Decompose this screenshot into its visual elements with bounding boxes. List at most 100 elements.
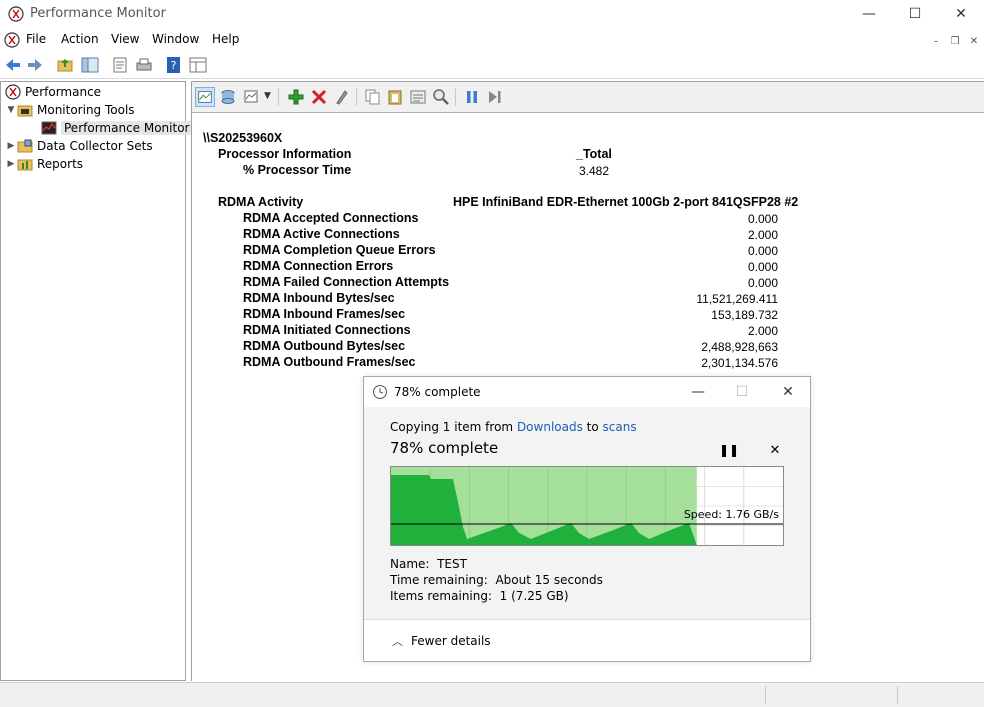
counter-name: RDMA Initiated Connections	[243, 323, 411, 337]
computer-name: \\S20253960X	[203, 131, 283, 145]
counter-value: 0.000	[747, 212, 778, 226]
transfer-speed-graph: Speed: 1.76 GB/s	[390, 466, 784, 546]
svg-text:?: ?	[171, 59, 177, 72]
performance-monitor-app-icon	[8, 6, 24, 22]
forward-arrow-icon[interactable]	[26, 56, 44, 74]
toolbar-separator	[356, 88, 357, 106]
time-remaining-row: Time remaining: About 15 seconds	[390, 573, 603, 587]
view-log-data-icon[interactable]	[218, 87, 238, 107]
menu-help[interactable]: Help	[212, 32, 239, 46]
title-bar: Performance Monitor — ☐ ✕	[0, 0, 984, 28]
paste-counter-list-icon[interactable]	[385, 87, 405, 107]
speed-label: Speed: 1.76 GB/s	[683, 508, 779, 521]
chevron-right-icon[interactable]: ▶	[5, 141, 17, 151]
copy-summary: Copying 1 item from Downloads to scans	[390, 420, 637, 434]
close-icon: ✕	[955, 6, 967, 22]
properties-icon[interactable]	[408, 87, 428, 107]
folder-icon	[17, 139, 33, 153]
dialog-maximize-button: ☐	[719, 377, 765, 407]
menu-action[interactable]: Action	[61, 32, 99, 46]
dialog-close-button[interactable]: ✕	[765, 377, 811, 407]
console-tree: Performance ▼ Monitoring Tools Performan…	[0, 81, 193, 681]
counter-value: 11,521,269.411	[696, 292, 778, 306]
view-current-activity-icon[interactable]	[195, 87, 215, 107]
object-name: Processor Information	[218, 147, 352, 161]
close-button[interactable]: ✕	[938, 0, 984, 28]
performance-monitor-icon	[41, 121, 57, 135]
cancel-button[interactable]: ✕	[766, 441, 784, 459]
add-counter-icon[interactable]	[286, 87, 306, 107]
window-title: Performance Monitor	[30, 6, 166, 21]
menu-view[interactable]: View	[111, 32, 139, 46]
counter-name: RDMA Outbound Frames/sec	[243, 355, 416, 369]
menu-bar: File Action View Window Help – ❐ ✕	[0, 28, 984, 53]
back-arrow-icon[interactable]	[4, 56, 22, 74]
reports-folder-icon	[17, 159, 33, 171]
clock-icon	[373, 385, 387, 399]
mdi-close-icon[interactable]: ✕	[965, 32, 983, 50]
delete-counter-icon[interactable]	[309, 87, 329, 107]
minimize-button[interactable]: —	[846, 0, 892, 28]
chevron-down-icon[interactable]: ▼	[264, 91, 271, 101]
counter-name: RDMA Inbound Frames/sec	[243, 307, 406, 321]
tree-item-performance[interactable]: Performance	[5, 83, 101, 101]
tree-item-data-collector-sets[interactable]: ▶ Data Collector Sets	[5, 137, 153, 155]
maximize-button[interactable]: ☐	[892, 0, 938, 28]
counter-value: 2.000	[747, 228, 778, 242]
freeze-display-icon[interactable]	[462, 87, 482, 107]
highlight-icon[interactable]	[332, 87, 352, 107]
close-icon: ✕	[782, 384, 794, 400]
system-menu-icon[interactable]	[4, 32, 20, 48]
counter-name: RDMA Accepted Connections	[243, 211, 419, 225]
instance-name: _Total	[576, 147, 612, 161]
toolbar-separator	[455, 88, 456, 106]
counter-name: RDMA Connection Errors	[243, 259, 394, 273]
copy-prefix-text: Copying 1 item from	[390, 420, 517, 434]
dialog-title: 78% complete	[394, 385, 481, 399]
zoom-icon[interactable]	[431, 87, 451, 107]
fewer-details-label: Fewer details	[411, 634, 491, 648]
counter-name: % Processor Time	[243, 163, 352, 177]
name-row: Name: TEST	[390, 557, 467, 571]
copy-properties-icon[interactable]	[362, 87, 382, 107]
mdi-restore-icon[interactable]: ❐	[946, 32, 964, 50]
counter-name: RDMA Inbound Bytes/sec	[243, 291, 395, 305]
dialog-divider	[364, 619, 810, 620]
action-pane-icon[interactable]	[189, 56, 207, 74]
performance-monitor-toolbar: ▼	[192, 82, 984, 113]
toolbar-separator	[278, 88, 279, 106]
change-graph-type-icon[interactable]	[242, 87, 262, 107]
update-data-icon[interactable]	[485, 87, 505, 107]
destination-folder-link[interactable]: scans	[603, 420, 637, 434]
print-icon[interactable]	[135, 56, 153, 74]
show-hide-console-tree-icon[interactable]	[81, 56, 99, 74]
source-folder-link[interactable]: Downloads	[517, 420, 583, 434]
chevron-down-icon[interactable]: ▼	[5, 105, 17, 115]
status-bar	[0, 682, 984, 707]
pause-button[interactable]: ❚❚	[719, 441, 739, 459]
mdi-minimize-icon[interactable]: –	[927, 32, 945, 50]
tree-item-reports[interactable]: ▶ Reports	[5, 155, 84, 173]
close-icon: ✕	[769, 442, 781, 458]
fewer-details-button[interactable]: ︿ Fewer details	[392, 633, 491, 649]
help-icon[interactable]: ?	[165, 56, 183, 74]
tree-item-performance-monitor[interactable]: Performance Monitor	[41, 119, 193, 137]
dialog-minimize-button[interactable]: —	[675, 377, 721, 407]
chevron-right-icon[interactable]: ▶	[5, 159, 17, 169]
tree-item-monitoring-tools[interactable]: ▼ Monitoring Tools	[5, 101, 135, 119]
items-remaining-label: Items remaining:	[390, 589, 493, 603]
up-folder-icon[interactable]	[56, 56, 74, 74]
name-value: TEST	[437, 557, 467, 571]
performance-icon	[5, 84, 21, 100]
progress-heading: 78% complete	[390, 439, 499, 457]
items-remaining-value: 1 (7.25 GB)	[499, 589, 569, 603]
menu-file[interactable]: File	[26, 32, 46, 46]
copy-progress-dialog: 78% complete — ☐ ✕ Copying 1 item from D…	[363, 376, 811, 662]
minimize-icon: —	[862, 6, 876, 22]
menu-window[interactable]: Window	[152, 32, 199, 46]
counter-value: 3.482	[578, 164, 609, 178]
properties-icon[interactable]	[111, 56, 129, 74]
tree-label: Reports	[37, 157, 84, 171]
object-name: RDMA Activity	[218, 195, 304, 209]
status-divider	[897, 686, 898, 704]
